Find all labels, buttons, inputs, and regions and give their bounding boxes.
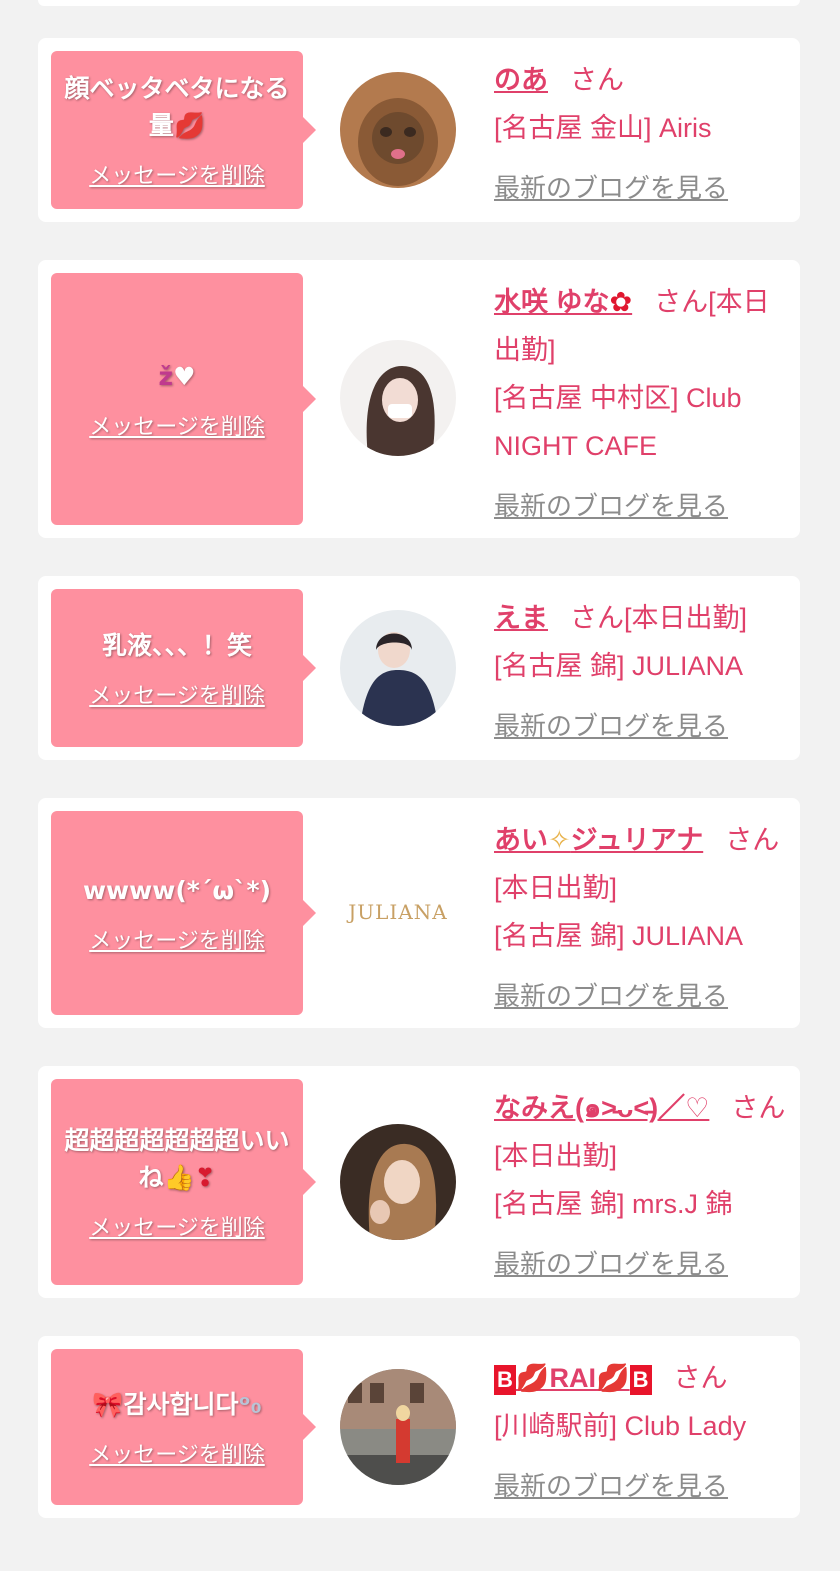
sender-name-link[interactable]: B 💋RAI💋 B [494,1363,652,1395]
message-bubble: 超超超超超超超いいね👍❣ メッセージを削除 [51,1079,316,1285]
ribbon-icon: 🎀 [92,1389,124,1419]
sender-info: 水咲 ゆな✿ さん[本日出勤] [名古屋 中村区] Club NIGHT CAFE… [494,278,786,530]
sender-name-link[interactable]: なみえ(๑˃̵ᴗ˂̵)／♡ [494,1093,709,1123]
message-card: ž♥ メッセージを削除 水咲 ゆな✿ さん[本日出勤] [名古屋 中村区] Clu… [38,260,800,538]
delete-message-link[interactable]: メッセージを削除 [89,409,265,441]
status-label: [本日出勤] [494,873,618,903]
message-text: 顔ベッタベタになる量💋 [64,74,290,140]
avatar[interactable] [340,72,456,188]
delete-message-link[interactable]: メッセージを削除 [89,1210,265,1242]
message-card: 🎀감사합니다ᵒ₀ メッセージを削除 B 💋RAI💋 B さん [川崎駅前] Club … [38,1336,800,1518]
delete-message-link[interactable]: メッセージを削除 [89,678,265,710]
avatar[interactable] [340,1369,456,1485]
sparkle-icon: ž [158,361,174,391]
sender-name-link[interactable]: あい✧ジュリアナ [494,825,703,855]
sender-info: なみえ(๑˃̵ᴗ˂̵)／♡ さん [本日出勤] [名古屋 錦] mrs.J 錦 最新… [494,1084,786,1288]
sender-info: のあ さん [名古屋 金山] Airis 最新のブログを見る [494,56,786,212]
message-text: ž♥ [159,358,196,395]
sender-name-link[interactable]: 水咲 ゆな✿ [494,287,632,317]
message-card: 超超超超超超超いいね👍❣ メッセージを削除 なみえ(๑˃̵ᴗ˂̵)／♡ さん [本日… [38,1066,800,1298]
heart-exclamation-icon: ❣ [194,1163,216,1192]
shop-label: [川崎駅前] Club Lady [494,1411,747,1441]
shop-label: [名古屋 錦] JULIANA [494,921,744,951]
flower-icon: ✿ [609,287,633,317]
delete-message-link[interactable]: メッセージを削除 [89,923,265,955]
message-card: 顔ベッタベタになる量💋 メッセージを削除 のあ さん [名古屋 金山] Airis… [38,38,800,222]
white-heart-icon: ♥ [173,361,196,391]
sender-name-link[interactable]: のあ [494,65,548,95]
honorific: さん [673,1363,728,1393]
latest-blog-link[interactable]: 最新のブログを見る [494,1240,786,1288]
message-bubble: 顔ベッタベタになる量💋 メッセージを削除 [51,51,316,209]
sender-name-link[interactable]: えま [494,603,548,633]
avatar[interactable] [340,340,456,456]
status-label: [本日出勤] [624,603,748,633]
message-text: 🎀감사합니다ᵒ₀ [92,1389,262,1419]
status-label: [本日出勤] [494,1141,618,1171]
latest-blog-link[interactable]: 最新のブログを見る [494,164,786,212]
thumbs-up-icon: 👍 [163,1163,195,1192]
message-bubble: 🎀감사합니다ᵒ₀ メッセージを削除 [51,1349,316,1505]
latest-blog-link[interactable]: 最新のブログを見る [494,702,786,750]
message-text: wwww(*´ω`*) [82,875,272,905]
avatar[interactable] [340,1124,456,1240]
message-text: 乳液、、、！笑 [101,630,252,660]
delete-message-link[interactable]: メッセージを削除 [89,1437,265,1469]
message-card: wwww(*´ω`*) メッセージを削除 JULIANA あい✧ジュリアナ さん [… [38,798,800,1028]
latest-blog-link[interactable]: 最新のブログを見る [494,1462,786,1510]
message-bubble: ž♥ メッセージを削除 [51,273,316,525]
sender-info: B 💋RAI💋 B さん [川崎駅前] Club Lady 最新のブログを見る [494,1354,786,1510]
shop-label: [名古屋 金山] Airis [494,113,712,143]
lips-icon: 💋 [515,1363,550,1393]
sparkles-icon: ✧ [548,825,571,855]
juliana-logo: JULIANA [348,900,448,924]
shop-label: [名古屋 錦] mrs.J 錦 [494,1189,733,1219]
lips-icon: 💋 [596,1363,630,1393]
shop-label: [名古屋 中村区] Club NIGHT CAFE [494,383,742,461]
avatar[interactable] [340,610,456,726]
message-card: 乳液、、、！笑 メッセージを削除 えま さん[本日出勤] [名古屋 錦] JULI… [38,576,800,760]
b-box-icon: B [494,1365,516,1395]
sender-info: あい✧ジュリアナ さん [本日出勤] [名古屋 錦] JULIANA 最新のブログを… [494,816,786,1020]
honorific: さん [725,825,780,855]
honorific: さん [731,1093,786,1123]
delete-message-link[interactable]: メッセージを削除 [89,158,265,190]
message-bubble: 乳液、、、！笑 メッセージを削除 [51,589,316,747]
shop-label: [名古屋 錦] JULIANA [494,651,744,681]
honorific: さん [654,287,709,317]
kiss-icon: 💋 [173,111,206,140]
latest-blog-link[interactable]: 最新のブログを見る [494,482,786,530]
message-bubble: wwww(*´ω`*) メッセージを削除 [51,811,316,1015]
honorific: さん [570,603,624,633]
previous-card-edge [38,0,800,6]
latest-blog-link[interactable]: 最新のブログを見る [494,972,786,1020]
bubbles-icon: ᵒ₀ [238,1389,262,1419]
b-box-icon: B [629,1365,652,1395]
honorific: さん [570,65,624,95]
avatar[interactable]: JULIANA [340,854,456,970]
message-text: 超超超超超超超いいね👍❣ [64,1126,290,1192]
sender-info: えま さん[本日出勤] [名古屋 錦] JULIANA 最新のブログを見る [494,594,786,750]
